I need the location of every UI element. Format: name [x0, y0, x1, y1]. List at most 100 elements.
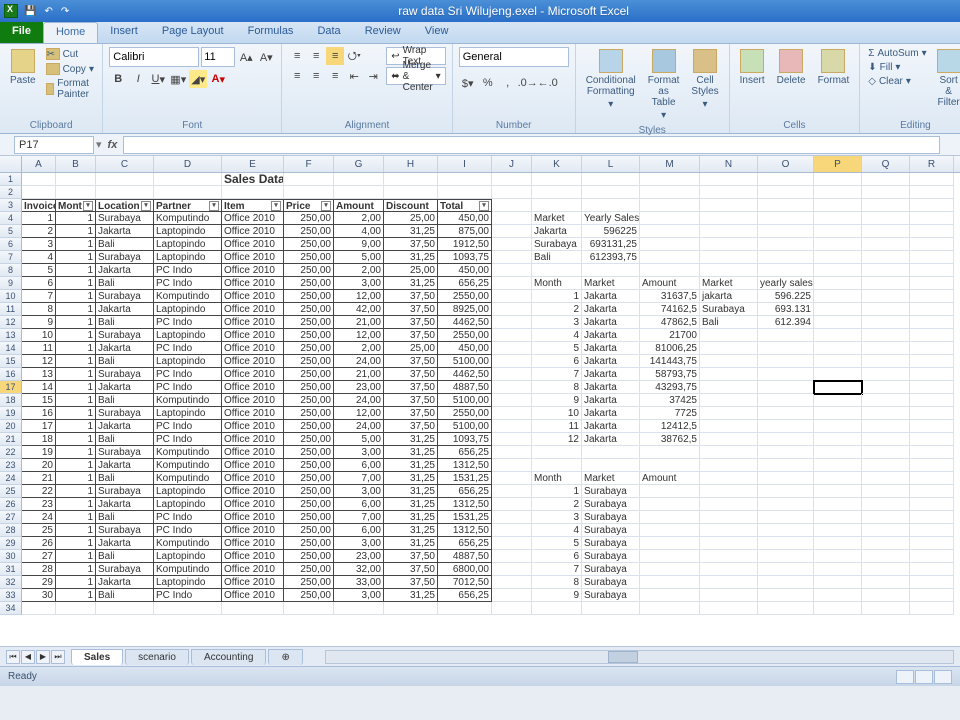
cell-empty[interactable] — [222, 602, 284, 615]
cell-empty[interactable] — [492, 329, 532, 342]
table-cell[interactable]: 22 — [22, 485, 56, 498]
table-cell[interactable]: Office 2010 — [222, 225, 284, 238]
column-header-E[interactable]: E — [222, 156, 284, 172]
table-cell[interactable]: 37,50 — [384, 368, 438, 381]
table-cell[interactable]: 3 — [22, 238, 56, 251]
cell-empty[interactable] — [758, 186, 814, 199]
table-cell[interactable]: Office 2010 — [222, 264, 284, 277]
cell-empty[interactable] — [862, 355, 910, 368]
cell-empty[interactable] — [492, 303, 532, 316]
tab-home[interactable]: Home — [43, 22, 98, 43]
table-cell[interactable]: Office 2010 — [222, 212, 284, 225]
cell-empty[interactable] — [910, 186, 954, 199]
table-cell[interactable]: 656,25 — [438, 537, 492, 550]
table-cell[interactable]: 10 — [22, 329, 56, 342]
side-cell[interactable]: 596225 — [582, 225, 640, 238]
cell-empty[interactable] — [334, 173, 384, 186]
table-cell[interactable]: Office 2010 — [222, 394, 284, 407]
table-cell[interactable]: 450,00 — [438, 342, 492, 355]
table-cell[interactable]: 21,00 — [334, 368, 384, 381]
cell-empty[interactable] — [910, 446, 954, 459]
table-cell[interactable]: 9,00 — [334, 238, 384, 251]
autosum-button[interactable]: Σ AutoSum ▾ — [866, 47, 928, 60]
table-cell[interactable]: 250,00 — [284, 251, 334, 264]
side-hdr[interactable]: Amount — [640, 472, 700, 485]
table-header[interactable]: Location▾ — [96, 199, 154, 212]
table-cell[interactable]: Office 2010 — [222, 485, 284, 498]
cell-empty[interactable] — [492, 251, 532, 264]
cell-empty[interactable] — [640, 537, 700, 550]
row-header[interactable]: 8 — [0, 264, 22, 277]
table-header[interactable]: Invoice▾ — [22, 199, 56, 212]
side-cell[interactable]: Bali — [532, 251, 582, 264]
cell-empty[interactable] — [700, 589, 758, 602]
cell-empty[interactable] — [814, 225, 862, 238]
cell-empty[interactable] — [700, 368, 758, 381]
cell-empty[interactable] — [492, 550, 532, 563]
table-cell[interactable]: 250,00 — [284, 524, 334, 537]
cell-empty[interactable] — [492, 524, 532, 537]
table-cell[interactable]: 1 — [56, 433, 96, 446]
cell-empty[interactable] — [438, 186, 492, 199]
table-cell[interactable]: PC Indo — [154, 316, 222, 329]
table-cell[interactable]: Bali — [96, 589, 154, 602]
cell-empty[interactable] — [862, 602, 910, 615]
indent-decrease-icon[interactable]: ⇤ — [345, 67, 363, 85]
table-cell[interactable]: 37,50 — [384, 407, 438, 420]
table-cell[interactable]: 24,00 — [334, 355, 384, 368]
horizontal-scrollbar[interactable] — [325, 650, 954, 664]
table-cell[interactable]: Surabaya — [96, 563, 154, 576]
cell-empty[interactable] — [492, 576, 532, 589]
cell-empty[interactable] — [492, 316, 532, 329]
table-cell[interactable]: 3,00 — [334, 446, 384, 459]
table-cell[interactable]: Jakarta — [96, 264, 154, 277]
table-cell[interactable]: 33,00 — [334, 576, 384, 589]
tab-formulas[interactable]: Formulas — [236, 22, 306, 43]
cell-empty[interactable] — [582, 186, 640, 199]
row-header[interactable]: 32 — [0, 576, 22, 589]
table-cell[interactable]: Bali — [96, 511, 154, 524]
column-header-P[interactable]: P — [814, 156, 862, 172]
cell-empty[interactable] — [862, 433, 910, 446]
cell-empty[interactable] — [910, 212, 954, 225]
cell-empty[interactable] — [910, 173, 954, 186]
cell-empty[interactable] — [862, 290, 910, 303]
cell-empty[interactable] — [758, 576, 814, 589]
side-cell[interactable]: 12412,5 — [640, 420, 700, 433]
row-header[interactable]: 2 — [0, 186, 22, 199]
side-cell[interactable]: 6 — [532, 355, 582, 368]
cell-empty[interactable] — [96, 186, 154, 199]
side-hdr[interactable]: Yearly Sales — [582, 212, 640, 225]
table-cell[interactable]: 1 — [56, 524, 96, 537]
cell-empty[interactable] — [862, 173, 910, 186]
cell-empty[interactable] — [154, 602, 222, 615]
cell-empty[interactable] — [910, 459, 954, 472]
cell-empty[interactable] — [700, 199, 758, 212]
cell-empty[interactable] — [910, 563, 954, 576]
sheet-nav-last-icon[interactable]: ⏭ — [51, 650, 65, 664]
table-cell[interactable]: 250,00 — [284, 394, 334, 407]
table-cell[interactable]: 875,00 — [438, 225, 492, 238]
table-cell[interactable]: Office 2010 — [222, 433, 284, 446]
cell-empty[interactable] — [758, 238, 814, 251]
cell-empty[interactable] — [700, 550, 758, 563]
row-header[interactable]: 27 — [0, 511, 22, 524]
cell-empty[interactable] — [334, 602, 384, 615]
table-cell[interactable]: 250,00 — [284, 576, 334, 589]
table-cell[interactable]: 1 — [56, 485, 96, 498]
cell-empty[interactable] — [814, 329, 862, 342]
cell-empty[interactable] — [814, 290, 862, 303]
table-cell[interactable]: 1 — [56, 550, 96, 563]
cell-empty[interactable] — [814, 342, 862, 355]
row-header[interactable]: 18 — [0, 394, 22, 407]
cell-empty[interactable] — [910, 602, 954, 615]
cell-empty[interactable] — [284, 186, 334, 199]
save-icon[interactable]: 💾 — [22, 6, 38, 17]
indent-increase-icon[interactable]: ⇥ — [364, 67, 382, 85]
select-all-corner[interactable] — [0, 156, 22, 172]
table-cell[interactable]: 6,00 — [334, 459, 384, 472]
side-cell[interactable]: Surabaya — [582, 589, 640, 602]
cell-empty[interactable] — [700, 472, 758, 485]
cell-empty[interactable] — [862, 563, 910, 576]
side-cell[interactable]: 37425 — [640, 394, 700, 407]
